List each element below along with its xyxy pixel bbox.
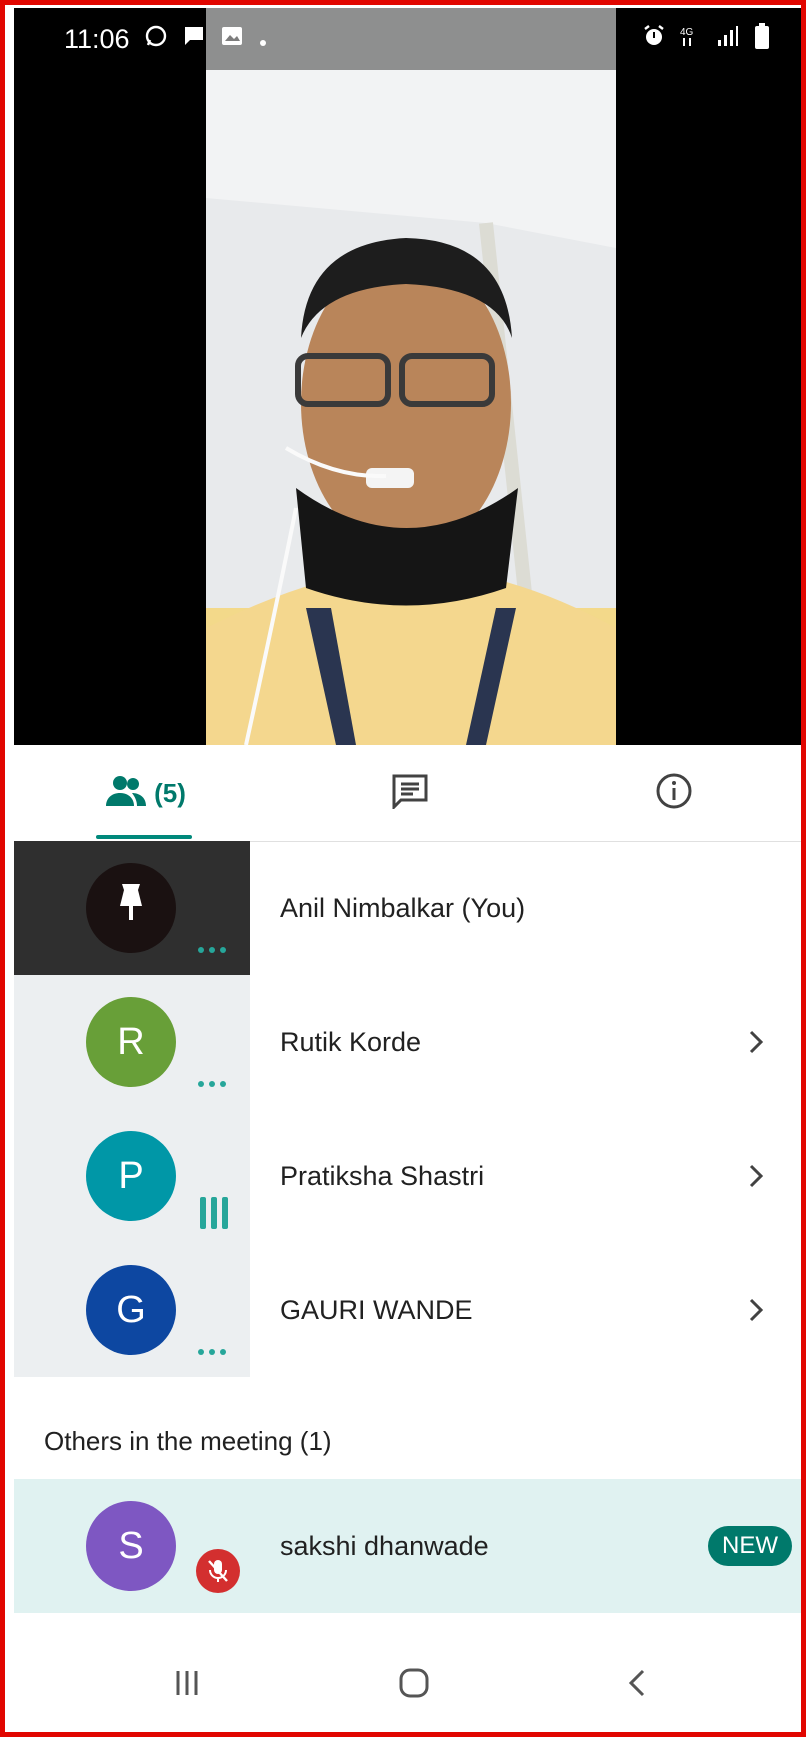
participants-list: Anil Nimbalkar (You) R Rutik Korde P Pra…: [14, 841, 806, 1613]
chevron-right-icon[interactable]: [736, 1163, 776, 1189]
participant-name: Rutik Korde: [280, 1026, 422, 1057]
gallery-icon: [220, 24, 244, 55]
mic-off-icon: [196, 1549, 240, 1593]
chevron-right-icon[interactable]: [736, 1029, 776, 1055]
chat-icon: [391, 773, 429, 814]
participant-name: sakshi dhanwade: [280, 1530, 489, 1561]
avatar: G: [86, 1265, 176, 1355]
participant-row[interactable]: P Pratiksha Shastri: [14, 1109, 806, 1243]
people-icon: [106, 774, 147, 813]
whatsapp-icon: [144, 24, 168, 55]
new-badge: NEW: [708, 1526, 792, 1566]
participant-name: Pratiksha Shastri: [280, 1160, 485, 1191]
info-icon: [655, 772, 693, 815]
svg-text:4G: 4G: [680, 27, 694, 38]
participant-row-self[interactable]: Anil Nimbalkar (You): [14, 841, 806, 975]
speaking-indicator: [200, 1197, 228, 1229]
people-count: (5): [154, 777, 186, 808]
meet-screen: 11:06 4G (5) Anil Nimbalkar (You) R Ruti…: [14, 8, 806, 1737]
message-icon: [182, 24, 206, 55]
participant-row-new[interactable]: S sakshi dhanwade NEW: [14, 1479, 806, 1613]
audio-indicator: [198, 947, 226, 953]
signal-icon: [716, 24, 740, 55]
back-icon[interactable]: [626, 1668, 648, 1703]
alarm-icon: [642, 24, 666, 55]
recents-icon[interactable]: [172, 1668, 202, 1703]
video-area[interactable]: 11:06 4G: [14, 8, 806, 745]
chevron-right-icon[interactable]: [736, 1297, 776, 1323]
participant-row[interactable]: R Rutik Korde: [14, 975, 806, 1109]
audio-indicator: [198, 1081, 226, 1087]
android-navbar: [14, 1634, 806, 1737]
network-4g-icon: 4G: [680, 24, 702, 55]
others-heading: Others in the meeting (1): [44, 1426, 332, 1456]
participant-name: Anil Nimbalkar (You): [280, 892, 526, 923]
pin-icon: [114, 882, 148, 934]
participant-name: GAURI WANDE: [280, 1294, 473, 1325]
avatar: S: [86, 1501, 176, 1591]
participant-row[interactable]: G GAURI WANDE: [14, 1243, 806, 1377]
battery-icon: [754, 22, 770, 56]
dot-icon: [258, 24, 268, 55]
avatar: P: [86, 1131, 176, 1221]
tab-chat[interactable]: [278, 745, 542, 841]
tab-info[interactable]: [542, 745, 806, 841]
status-bar: 11:06 4G: [14, 8, 806, 70]
avatar: [86, 863, 176, 953]
audio-indicator: [198, 1349, 226, 1355]
avatar: R: [86, 997, 176, 1087]
participant-video: [206, 8, 616, 745]
active-tab-indicator: [96, 835, 192, 839]
tab-people[interactable]: (5): [14, 745, 278, 841]
status-time: 11:06: [64, 23, 130, 54]
meeting-tabs: (5): [14, 745, 806, 842]
home-icon[interactable]: [398, 1667, 430, 1704]
